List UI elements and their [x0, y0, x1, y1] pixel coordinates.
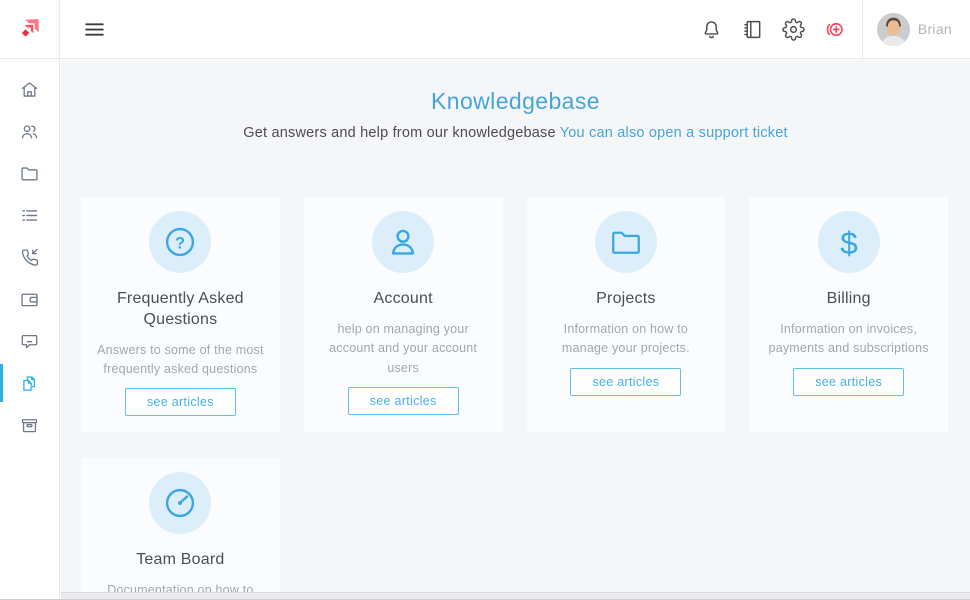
- brand-logo-icon: [13, 12, 47, 46]
- card-title: Team Board: [93, 550, 268, 571]
- horizontal-scrollbar[interactable]: [61, 592, 970, 599]
- kb-card: Account help on managing your account an…: [304, 197, 503, 432]
- page-title: Knowledgebase: [61, 88, 970, 115]
- archive-icon: [19, 415, 40, 436]
- journal-icon: [741, 18, 764, 41]
- card-grid: Frequently Asked Questions Answers to so…: [81, 197, 948, 592]
- subtitle-text: Get answers and help from our knowledgeb…: [243, 125, 555, 141]
- card-title: Projects: [539, 289, 714, 310]
- support-ticket-link[interactable]: You can also open a support ticket: [560, 125, 788, 141]
- card-title: Account: [316, 289, 491, 310]
- quick-add-icon: [823, 18, 846, 41]
- kb-card: Projects Information on how to manage yo…: [527, 197, 726, 432]
- speedometer-icon: [162, 485, 198, 521]
- bell-button[interactable]: [698, 16, 725, 43]
- kb-card: Billing Information on invoices, payment…: [749, 197, 948, 432]
- sidebar-item-calls[interactable]: [0, 236, 59, 278]
- main-content: Knowledgebase Get answers and help from …: [61, 60, 970, 592]
- user-menu[interactable]: Brian: [863, 13, 970, 46]
- phone-incoming-icon: [19, 247, 40, 268]
- card-icon-badge: [149, 211, 211, 273]
- wallet-icon: [19, 289, 40, 310]
- brand-logo[interactable]: [0, 0, 60, 58]
- kb-card: Team Board Documentation on how to use y…: [81, 458, 280, 592]
- card-title: Billing: [761, 289, 936, 310]
- person-icon: [385, 224, 421, 260]
- top-header: Brian: [0, 0, 970, 59]
- sidebar-item-payments[interactable]: [0, 278, 59, 320]
- card-description: help on managing your account and your a…: [316, 320, 491, 378]
- sidebar-item-home[interactable]: [0, 68, 59, 110]
- card-title: Frequently Asked Questions: [93, 289, 268, 331]
- see-articles-button[interactable]: see articles: [348, 387, 459, 415]
- bell-icon: [700, 18, 723, 41]
- list-icon: [19, 205, 40, 226]
- home-icon: [19, 79, 40, 100]
- card-icon-badge: [818, 211, 880, 273]
- hamburger-icon: [82, 17, 107, 42]
- card-description: Information on invoices, payments and su…: [761, 320, 936, 359]
- card-description: Documentation on how to use your dashboa…: [93, 581, 268, 592]
- chat-icon: [19, 331, 40, 352]
- app-window: Brian Knowledgebase Get answers and help…: [0, 0, 970, 600]
- see-articles-button[interactable]: see articles: [570, 368, 681, 396]
- card-description: Answers to some of the most frequently a…: [93, 341, 268, 380]
- folder-icon: [19, 163, 40, 184]
- card-icon-badge: [372, 211, 434, 273]
- user-name: Brian: [918, 21, 952, 37]
- sidebar-item-projects[interactable]: [0, 152, 59, 194]
- sidebar-item-contacts[interactable]: [0, 110, 59, 152]
- sidebar-item-archive[interactable]: [0, 404, 59, 446]
- card-icon-badge: [149, 472, 211, 534]
- see-articles-button[interactable]: see articles: [793, 368, 904, 396]
- avatar: [877, 13, 910, 46]
- see-articles-button[interactable]: see articles: [125, 388, 236, 416]
- card-icon-badge: [595, 211, 657, 273]
- sidebar-item-tasks[interactable]: [0, 194, 59, 236]
- users-icon: [19, 121, 40, 142]
- folder-icon: [608, 224, 644, 260]
- dollar-icon: [831, 224, 867, 260]
- header-actions: [698, 16, 848, 43]
- gear-button[interactable]: [780, 16, 807, 43]
- sidebar: [0, 60, 60, 600]
- journal-button[interactable]: [739, 16, 766, 43]
- gear-icon: [782, 18, 805, 41]
- kb-card: Frequently Asked Questions Answers to so…: [81, 197, 280, 432]
- menu-toggle-button[interactable]: [78, 13, 111, 46]
- question-icon: [162, 224, 198, 260]
- quick-add-button[interactable]: [821, 16, 848, 43]
- documents-icon: [19, 373, 40, 394]
- sidebar-item-knowledgebase[interactable]: [0, 362, 59, 404]
- page-subtitle: Get answers and help from our knowledgeb…: [61, 125, 970, 141]
- sidebar-item-messages[interactable]: [0, 320, 59, 362]
- card-description: Information on how to manage your projec…: [539, 320, 714, 359]
